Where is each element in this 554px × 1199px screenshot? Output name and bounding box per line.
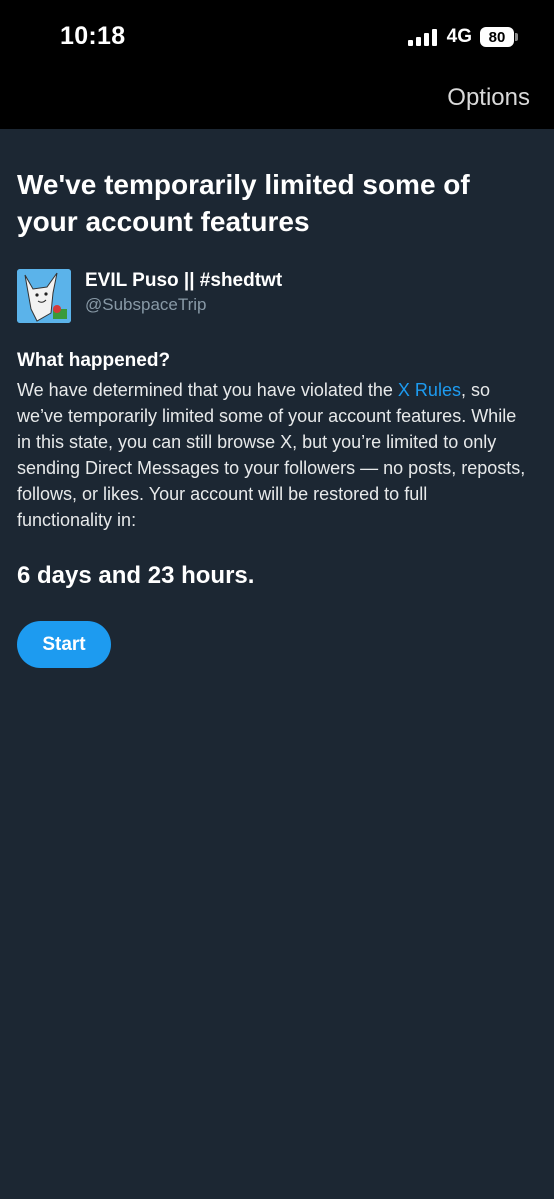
top-bar: 10:18 4G 80 Options — [0, 0, 554, 129]
start-button[interactable]: Start — [17, 621, 111, 668]
account-text: EVIL Puso || #shedtwt @SubspaceTrip — [85, 269, 282, 317]
body-text-start: We have determined that you have violate… — [17, 380, 398, 400]
battery-level: 80 — [488, 28, 506, 46]
violation-description: We have determined that you have violate… — [17, 377, 527, 533]
display-name: EVIL Puso || #shedtwt — [85, 270, 283, 291]
battery-icon: 80 — [480, 27, 514, 47]
options-button[interactable]: Options — [447, 84, 530, 112]
status-time: 10:18 — [60, 22, 126, 50]
battery-tip — [515, 33, 518, 41]
account-card: EVIL Puso || #shedtwt @SubspaceTrip — [17, 269, 527, 323]
account-handle: @SubspaceTrip — [85, 295, 207, 314]
signal-icon — [407, 28, 437, 46]
status-indicators: 4G 80 — [407, 24, 518, 50]
main-content: We've temporarily limited some of your a… — [17, 166, 527, 668]
what-happened-title: What happened? — [17, 350, 171, 371]
body-text-end: , so we’ve temporarily limited some of y… — [17, 380, 526, 530]
network-type: 4G — [446, 26, 472, 47]
avatar-cartoon-icon — [17, 269, 71, 323]
x-rules-link[interactable]: X Rules — [398, 380, 461, 400]
page-title: We've temporarily limited some of your a… — [17, 169, 470, 237]
restriction-duration: 6 days and 23 hours. — [17, 562, 255, 589]
